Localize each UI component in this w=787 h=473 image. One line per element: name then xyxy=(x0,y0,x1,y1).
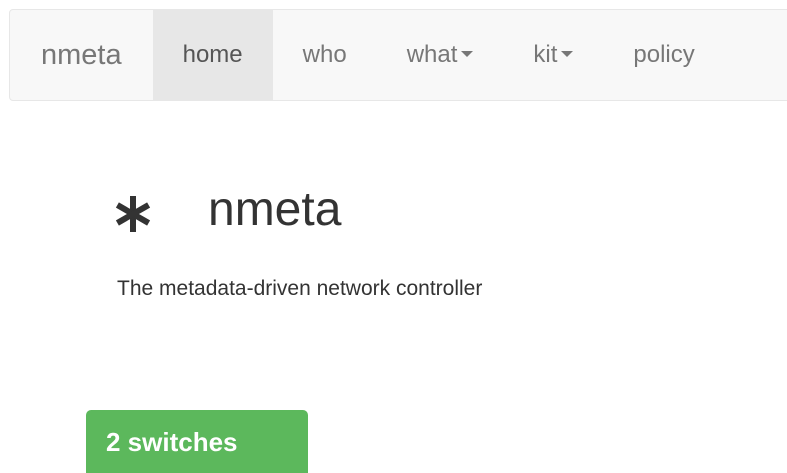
nav-item-kit-label: kit xyxy=(533,41,558,68)
page-title-text: nmeta xyxy=(208,183,342,236)
top-navbar: nmeta home who what kit policy xyxy=(9,9,787,101)
nav-item-home[interactable]: home xyxy=(152,10,273,100)
nav-item-policy[interactable]: policy xyxy=(603,10,724,100)
caret-down-icon xyxy=(561,51,574,57)
nav-item-home-label: home xyxy=(182,41,243,68)
nav-item-what-dropdown[interactable]: what xyxy=(377,10,504,100)
page-subtitle: The metadata-driven network controller xyxy=(117,277,483,300)
nav-item-what-label: what xyxy=(406,41,458,68)
nav-item-policy-label: policy xyxy=(633,41,695,68)
nav-item-who[interactable]: who xyxy=(273,10,377,100)
caret-down-icon xyxy=(461,51,474,57)
nav-item-kit-dropdown[interactable]: kit xyxy=(503,10,603,100)
asterisk-icon xyxy=(115,196,151,232)
switches-status-label: 2 switches xyxy=(106,427,238,457)
brand-link[interactable]: nmeta xyxy=(10,10,153,100)
nav-item-who-label: who xyxy=(302,41,347,68)
page-title: nmeta xyxy=(114,186,341,234)
switches-status-badge[interactable]: 2 switches xyxy=(86,410,308,473)
